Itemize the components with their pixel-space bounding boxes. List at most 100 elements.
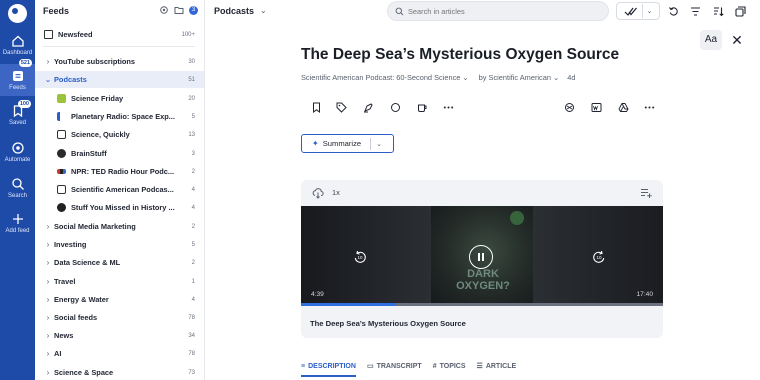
add-to-queue-icon[interactable]: [640, 187, 652, 199]
chevron-right-icon[interactable]: ›: [42, 57, 54, 66]
tab-topics[interactable]: # TOPICS: [433, 358, 466, 374]
hash-icon: #: [432, 362, 437, 370]
chevron-right-icon[interactable]: ›: [42, 331, 54, 340]
folder-ai[interactable]: › AI 78: [35, 345, 204, 362]
chevron-down-icon[interactable]: ⌄: [553, 73, 559, 82]
download-cloud-icon[interactable]: [312, 187, 324, 199]
rail-feeds[interactable]: 521 Feeds: [0, 59, 35, 96]
rail-add-feed[interactable]: Add feed: [0, 212, 35, 238]
feed-count: 2: [191, 259, 195, 266]
chevron-down-icon[interactable]: ⌄: [260, 6, 267, 15]
brainstuff-icon: [57, 149, 66, 158]
folder-science-space[interactable]: › Science & Space 73: [35, 364, 204, 380]
folder-social-media-marketing[interactable]: › Social Media Marketing 2: [35, 218, 204, 235]
feed-count: 34: [188, 332, 195, 339]
feed-label: Investing: [54, 240, 87, 249]
layout-button[interactable]: [732, 2, 748, 20]
feed-science-friday[interactable]: Science Friday 20: [35, 90, 204, 107]
refresh-button[interactable]: [665, 2, 681, 20]
feed-label: Science Friday: [71, 94, 124, 103]
forward-10-icon[interactable]: 10: [592, 250, 606, 264]
folder-energy-water[interactable]: › Energy & Water 4: [35, 291, 204, 308]
dashboard-icon: [11, 35, 24, 47]
chevron-down-icon[interactable]: ⌄: [376, 140, 382, 148]
chevron-right-icon[interactable]: ›: [42, 258, 54, 267]
feeds-badge: 521: [18, 59, 32, 67]
article-source[interactable]: Scientific American Podcast: 60-Second S…: [301, 73, 460, 82]
chevron-right-icon[interactable]: ›: [42, 295, 54, 304]
settings-icon[interactable]: [159, 5, 169, 15]
share-word-button[interactable]: [589, 100, 603, 114]
more-button[interactable]: [441, 100, 455, 114]
chevron-down-icon[interactable]: ⌄: [42, 75, 54, 84]
tab-description[interactable]: ≡ DESCRIPTION: [301, 358, 356, 377]
mark-unread-button[interactable]: [388, 100, 402, 114]
article-meta: Scientific American Podcast: 60-Second S…: [301, 73, 577, 82]
folder-podcasts[interactable]: ⌄ Podcasts 51: [35, 71, 204, 88]
article-author[interactable]: by Scientific American: [479, 73, 551, 82]
folder-investing[interactable]: › Investing 5: [35, 236, 204, 253]
rewind-10-icon[interactable]: 10: [353, 250, 367, 264]
share-chatgpt-button[interactable]: [562, 100, 576, 114]
font-settings-button[interactable]: Aa: [700, 30, 722, 50]
science-quickly-icon: [57, 130, 66, 139]
rail-automate[interactable]: Automate: [0, 141, 35, 167]
share-drive-button[interactable]: [616, 100, 630, 114]
feed-science-quickly[interactable]: Science, Quickly 13: [35, 126, 204, 143]
feed-label: Data Science & ML: [54, 258, 121, 267]
folder-youtube[interactable]: › YouTube subscriptions 30: [35, 53, 204, 70]
pause-button[interactable]: [469, 245, 493, 269]
chevron-right-icon[interactable]: ›: [42, 313, 54, 322]
folder-data-science[interactable]: › Data Science & ML 2: [35, 254, 204, 271]
feed-npr-ted[interactable]: NPR: TED Radio Hour Podc... 2: [35, 163, 204, 180]
playback-speed[interactable]: 1x: [332, 188, 340, 197]
chevron-right-icon[interactable]: ›: [42, 222, 54, 231]
rail-search[interactable]: Search: [0, 177, 35, 203]
svg-text:10: 10: [357, 255, 363, 260]
folder-news[interactable]: › News 34: [35, 327, 204, 344]
newsfeed-row[interactable]: Newsfeed 100+: [35, 26, 204, 43]
tab-article[interactable]: ☰ ARTICLE: [477, 358, 517, 374]
button-divider: [370, 137, 372, 150]
unread-dot[interactable]: 3: [189, 5, 198, 15]
feed-brainstuff[interactable]: BrainStuff 3: [35, 145, 204, 162]
feed-label: Energy & Water: [54, 295, 109, 304]
chevron-down-icon[interactable]: ⌄: [462, 73, 468, 82]
episode-title: The Deep Sea’s Mysterious Oxygen Source: [310, 319, 466, 328]
rail-saved[interactable]: 100 Saved: [0, 100, 35, 132]
read-later-button[interactable]: [415, 100, 429, 114]
video-overlay-text: DARK OXYGEN?: [456, 268, 510, 292]
chevron-right-icon[interactable]: ›: [42, 368, 54, 377]
close-icon[interactable]: ✕: [727, 30, 747, 50]
chevron-right-icon[interactable]: ›: [42, 349, 54, 358]
page-title[interactable]: Podcasts: [214, 6, 254, 16]
folder-travel[interactable]: › Travel 1: [35, 273, 204, 290]
save-button[interactable]: [309, 100, 323, 114]
filter-button[interactable]: [687, 2, 703, 20]
tab-label: ARTICLE: [485, 362, 517, 370]
search-box[interactable]: [387, 1, 609, 21]
sort-button[interactable]: [710, 2, 726, 20]
search-input[interactable]: [408, 5, 603, 17]
share-more-button[interactable]: [642, 100, 656, 114]
rail-label: Add feed: [5, 228, 30, 234]
chevron-right-icon[interactable]: ›: [42, 277, 54, 286]
mark-as-read-button[interactable]: ⌄: [616, 2, 660, 20]
highlight-button[interactable]: [361, 100, 375, 114]
sparkle-icon: ✦: [312, 139, 319, 148]
feed-planetary-radio[interactable]: Planetary Radio: Space Exp... 5: [35, 108, 204, 125]
folder-social-feeds[interactable]: › Social feeds 78: [35, 309, 204, 326]
feed-count: 4: [191, 296, 195, 303]
tab-transcript[interactable]: ▭ TRANSCRIPT: [367, 358, 422, 374]
video-area[interactable]: DARK OXYGEN? 10 10 4:39 17:40: [301, 206, 663, 306]
left-rail: Dashboard 521 Feeds 100 Saved Automate S…: [0, 0, 35, 380]
new-folder-icon[interactable]: [174, 5, 184, 15]
feed-stuff-you-missed[interactable]: Stuff You Missed in History ... 4: [35, 199, 204, 216]
summarize-button[interactable]: ✦ Summarize ⌄: [301, 134, 394, 153]
chevron-right-icon[interactable]: ›: [42, 240, 54, 249]
rail-dashboard[interactable]: Dashboard: [0, 34, 35, 60]
tag-button[interactable]: [334, 100, 348, 114]
app-logo[interactable]: [8, 4, 27, 23]
chevron-down-icon[interactable]: ⌄: [647, 7, 653, 15]
feed-scientific-american[interactable]: Scientific American Podcas... 4: [35, 181, 204, 198]
